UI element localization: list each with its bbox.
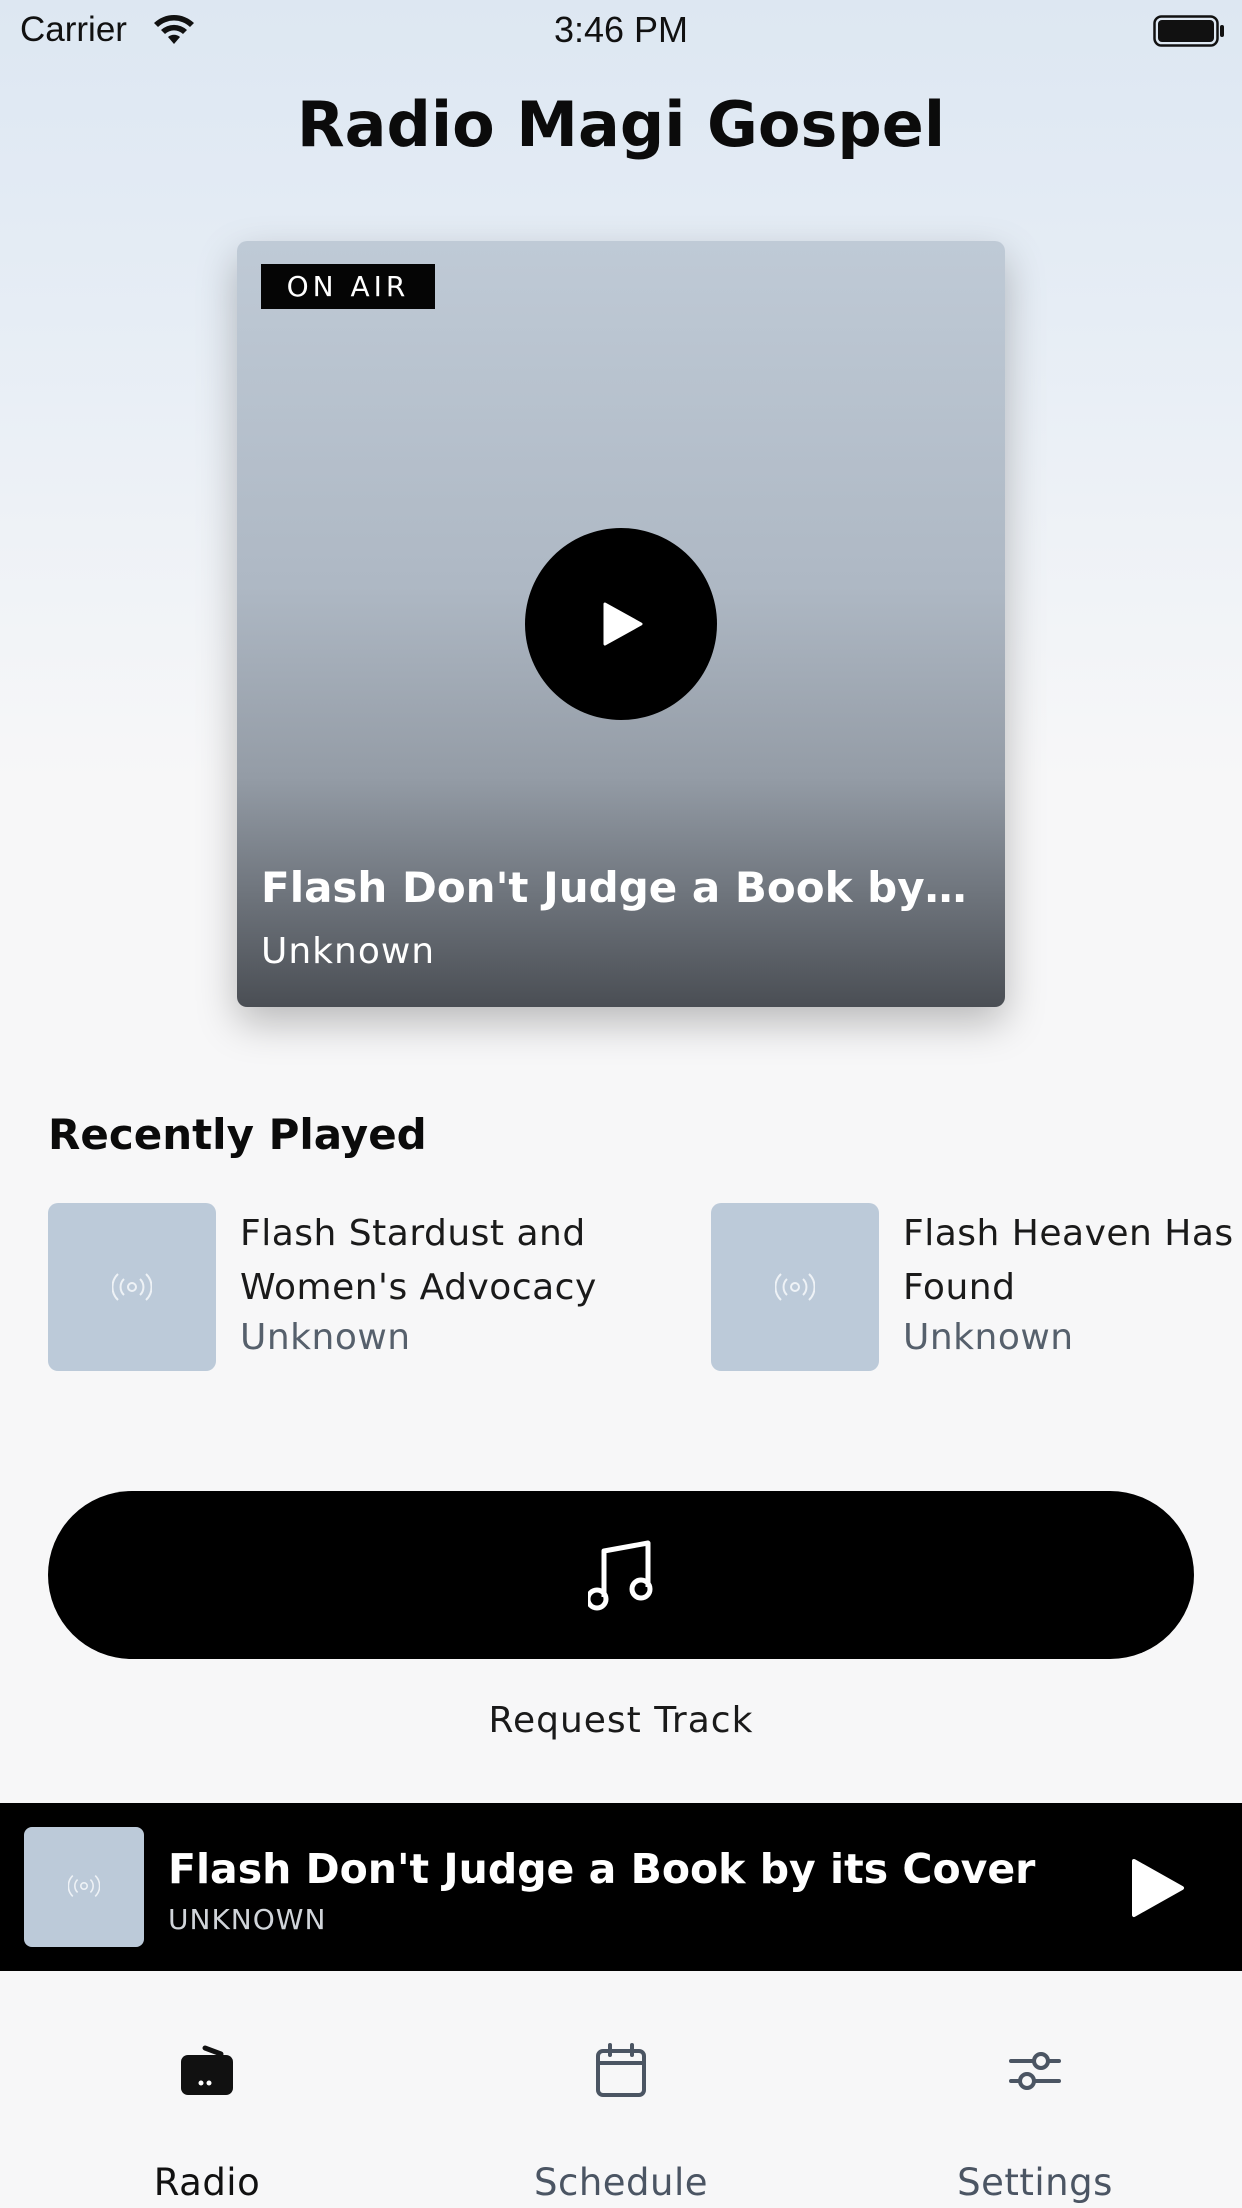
play-icon <box>603 602 643 646</box>
radio-icon <box>181 2045 233 2095</box>
battery-icon <box>1153 15 1224 47</box>
on-air-badge: ON AIR <box>261 264 435 309</box>
page-title: Radio Magi Gospel <box>296 88 946 161</box>
tab-schedule-label: Schedule <box>533 2161 709 2204</box>
recent-track-title: Flash Heaven Has Found <box>903 1213 1234 1308</box>
track-artwork <box>711 1203 879 1371</box>
recent-track-item[interactable]: Flash Heaven Has Found Unknown <box>711 1203 1242 1371</box>
tab-settings[interactable]: Settings <box>828 1971 1242 2208</box>
mini-player-artwork <box>24 1827 144 1947</box>
tab-bar: Radio Schedule Settings <box>0 1971 1242 2208</box>
calendar-icon <box>596 2043 646 2097</box>
now-playing-title: Flash Don't Judge a Book by its... <box>261 863 981 912</box>
now-playing-artist: Unknown <box>261 931 436 972</box>
recent-track-title: Flash Stardust and Women's Advocacy <box>240 1213 597 1308</box>
request-track-label: Request Track <box>488 1700 754 1741</box>
track-artwork <box>48 1203 216 1371</box>
mini-player-title: Flash Don't Judge a Book by its Cover <box>168 1845 1036 1893</box>
radio-waves-icon <box>112 1273 152 1301</box>
mini-player[interactable]: Flash Don't Judge a Book by its Cover UN… <box>0 1803 1242 1971</box>
tab-schedule[interactable]: Schedule <box>414 1971 828 2208</box>
clock: 3:46 PM <box>553 9 689 50</box>
request-track-button[interactable] <box>48 1491 1194 1659</box>
recently-played-heading: Recently Played <box>48 1110 427 1159</box>
tab-radio-label: Radio <box>153 2161 261 2204</box>
radio-waves-icon <box>68 1875 100 1897</box>
tab-settings-label: Settings <box>957 2161 1113 2204</box>
sliders-icon <box>1009 2052 1061 2090</box>
mini-player-artist: UNKNOWN <box>168 1903 327 1936</box>
tab-radio[interactable]: Radio <box>0 1971 414 2208</box>
music-note-icon <box>588 1540 653 1611</box>
play-icon[interactable] <box>1120 1853 1190 1923</box>
recent-track-artist: Unknown <box>240 1317 411 1358</box>
recent-track-item[interactable]: Flash Stardust and Women's Advocacy Unkn… <box>48 1203 688 1371</box>
status-bar: Carrier 3:46 PM <box>0 0 1242 62</box>
recent-track-artist: Unknown <box>903 1317 1074 1358</box>
now-playing-card[interactable]: ON AIR Flash Don't Judge a Book by its..… <box>237 241 1005 1007</box>
radio-waves-icon <box>775 1273 815 1301</box>
play-button[interactable] <box>525 528 717 720</box>
